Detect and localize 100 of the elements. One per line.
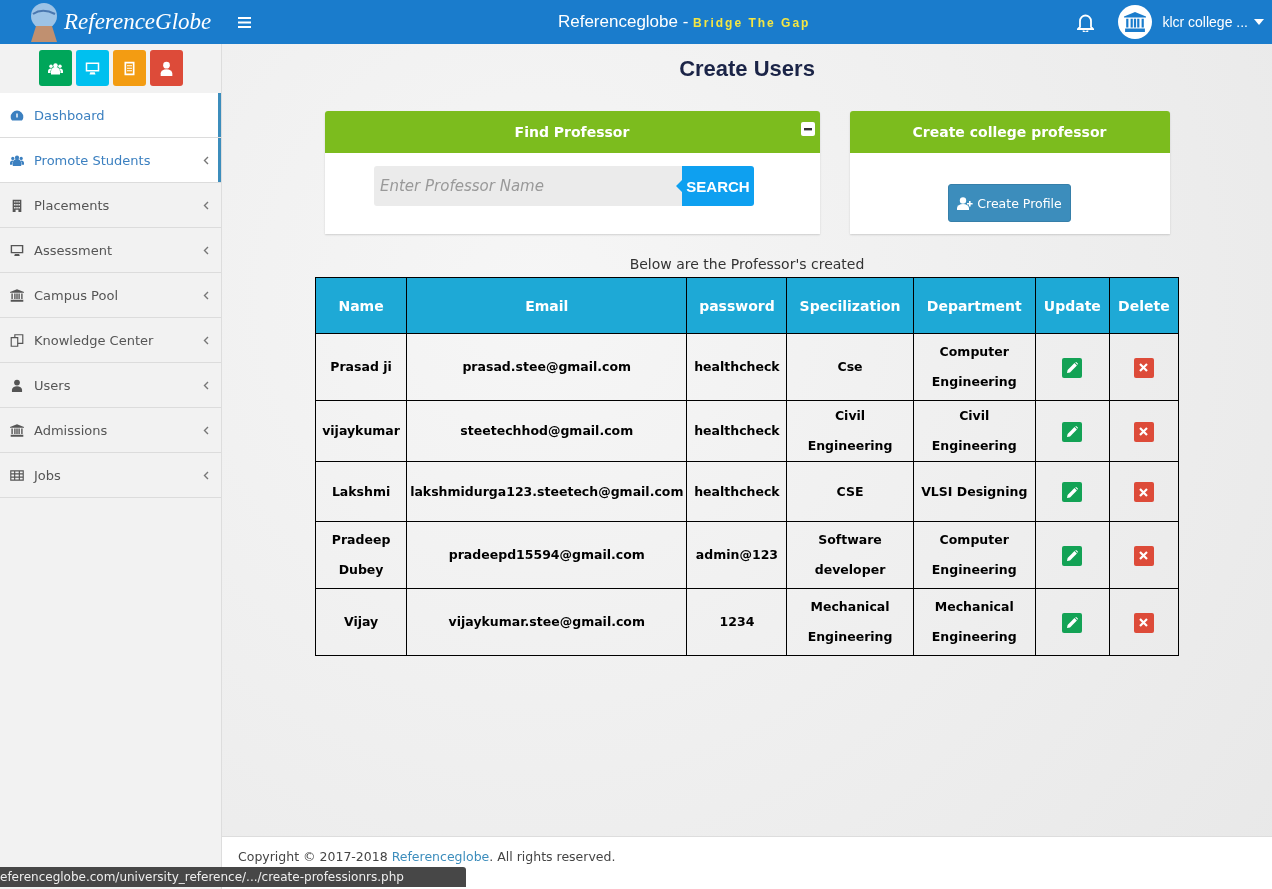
table-cell: Mechanical Engineering [913,588,1036,656]
table-cell: healthcheck [686,461,787,522]
table-cell: VLSI Designing [913,461,1036,522]
table-cell: Software developer [786,521,914,589]
delete-button[interactable] [1133,482,1154,502]
quick-button[interactable] [75,50,109,86]
table-cell: Computer Engineering [913,521,1036,589]
bank-icon [10,288,24,302]
site-title: Referenceglobe - [557,12,690,31]
copyright-text: Copyright © 2017-2018 Referenceglobe. All rights reserved. [238,849,616,864]
caret-icon[interactable] [1254,19,1264,25]
table-cell: vijaykumar [315,400,407,462]
collapse-icon[interactable] [800,122,815,136]
status-url: eferenceglobe.com/university_reference/.../create-professionrs.php [0,867,466,887]
column-header: password [686,277,787,334]
column-header: Specilization [786,277,914,334]
pencil-icon [1066,362,1078,373]
globe-logo-icon [28,2,60,42]
edit-button[interactable] [1062,482,1083,502]
users-icon [10,153,24,167]
sidebar-item[interactable]: Users [0,363,221,408]
sidebar-label: Assessment [34,242,113,258]
table-cell: Prasad ji [315,333,407,401]
column-header: Email [406,277,687,334]
monitor-icon [10,243,24,257]
table-cell: admin@123 [686,521,787,589]
close-icon [1139,551,1149,560]
table-cell: healthcheck [686,333,787,401]
search-field[interactable]: Enter Professor Name [374,166,682,206]
sidebar-item[interactable]: Assessment [0,228,221,273]
table-cell: Civil Engineering [913,400,1036,462]
column-header: Update [1035,277,1110,334]
monitor-icon [84,60,100,76]
quick-button[interactable] [149,50,183,86]
sidebar-label: Knowledge Center [34,332,155,348]
tagline: Bridge The Gap [693,16,811,30]
bell-icon[interactable] [1077,12,1095,32]
close-icon [1139,363,1149,372]
pencil-icon [1066,550,1078,561]
users-icon [47,60,63,76]
edit-button[interactable] [1062,612,1083,633]
table-cell: lakshmidurga123.steetech@gmail.com [406,461,687,522]
table-cell: 1234 [686,588,787,656]
column-header: Department [913,277,1036,334]
pencil-icon [1066,617,1078,628]
brand-name: ReferenceGlobe [64,9,212,35]
sidebar-label: Admissions [34,422,109,438]
documents-icon [10,333,24,347]
building-icon [10,198,24,212]
caption: Below are the Professor's created [629,256,865,274]
sidebar-item[interactable]: Placements [0,183,221,228]
user-plus-icon [957,196,975,210]
edit-button[interactable] [1062,421,1083,442]
delete-button[interactable] [1133,421,1154,442]
table-cell: prasad.stee@gmail.com [406,333,687,401]
pencil-icon [1066,486,1078,498]
table-cell: CSE [786,461,914,522]
sidebar-label: Campus Pool [34,287,119,303]
sidebar-item[interactable]: Dashboard [0,93,221,138]
table-cell: healthcheck [686,400,787,462]
user-icon [158,60,174,76]
sidebar-item[interactable]: Admissions [0,408,221,453]
quick-button[interactable] [112,50,146,86]
menu-icon[interactable] [238,16,251,28]
avatar[interactable] [1118,5,1153,39]
edit-button[interactable] [1062,545,1083,566]
edit-button[interactable] [1062,357,1083,378]
table-cell: pradeepd15594@gmail.com [406,521,687,589]
panel-title: Find Professor [514,124,630,140]
table-cell: Lakshmi [315,461,407,522]
referenceglobe-link[interactable]: Referenceglobe [391,849,490,864]
table-cell: steetechhod@gmail.com [406,400,687,462]
create-profile-button[interactable]: Create Profile [948,184,1071,222]
table-cell: Mechanical Engineering [786,588,914,656]
column-header: Name [315,277,407,334]
sidebar-label: Placements [34,197,111,213]
sidebar-label: Promote Students [34,152,152,168]
close-icon [1139,427,1149,436]
table-cell: Civil Engineering [786,400,914,462]
page-title: Create Users [679,55,815,83]
user-name[interactable]: klcr college ... [1162,14,1248,30]
sidebar-label: Users [34,377,72,393]
delete-button[interactable] [1133,545,1154,566]
column-header: Delete [1109,277,1179,334]
user-icon [10,378,24,392]
close-icon [1139,487,1149,497]
table-cell: Cse [786,333,914,401]
bank-icon [10,423,24,437]
sidebar-item[interactable]: Promote Students [0,138,221,183]
sidebar-item[interactable]: Jobs [0,453,221,498]
pencil-icon [1066,426,1078,437]
panel-title: Create college professor [912,124,1107,140]
sidebar-item[interactable]: Campus Pool [0,273,221,318]
sidebar-item[interactable]: Knowledge Center [0,318,221,363]
delete-button[interactable] [1133,612,1154,633]
quick-button[interactable] [38,50,72,86]
close-icon [1139,618,1149,627]
table-cell: vijaykumar.stee@gmail.com [406,588,687,656]
delete-button[interactable] [1133,357,1154,378]
sidebar-label: Jobs [34,467,62,483]
